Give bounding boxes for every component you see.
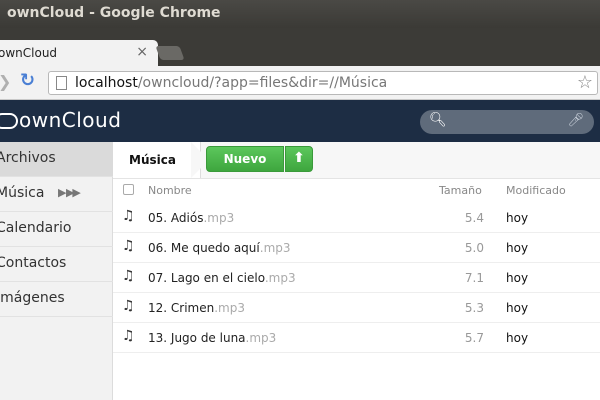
column-header-size[interactable]: Tamaño bbox=[439, 184, 482, 197]
file-size: 7.1 bbox=[464, 271, 484, 285]
tab-close-icon[interactable]: × bbox=[136, 44, 148, 60]
file-name[interactable]: 07. Lago en el cielo.mp3 bbox=[148, 271, 296, 285]
file-row[interactable]: ♫ 07. Lago en el cielo.mp3 7.1 hoy bbox=[113, 263, 600, 293]
file-basename: 06. Me quedo aquí bbox=[148, 241, 260, 255]
file-row[interactable]: ♫ 06. Me quedo aquí.mp3 5.0 hoy bbox=[113, 233, 600, 263]
tab-strip: ownCloud × bbox=[0, 28, 600, 68]
file-basename: 12. Crimen bbox=[148, 301, 215, 315]
owncloud-logo[interactable]: ownCloud bbox=[0, 108, 121, 132]
new-button[interactable]: Nuevo bbox=[206, 146, 284, 172]
owncloud-header: ownCloud 🔍︎ 🎤︎ bbox=[0, 100, 600, 142]
breadcrumb-label: Música bbox=[129, 153, 176, 167]
url-path: /owncloud/?app=files&dir=//Música bbox=[137, 75, 388, 91]
music-note-icon: ♫ bbox=[122, 208, 135, 224]
file-basename: 13. Jugo de luna bbox=[148, 331, 246, 345]
column-header-modified[interactable]: Modificado bbox=[506, 184, 566, 197]
music-note-icon: ♫ bbox=[122, 268, 135, 284]
sidebar-item-musica[interactable]: Música ▶ ▶▶ bbox=[0, 177, 113, 212]
select-all-checkbox[interactable] bbox=[123, 184, 134, 195]
url-text[interactable]: localhost/owncloud/?app=files&dir=//Músi… bbox=[75, 75, 387, 91]
page-icon bbox=[56, 76, 67, 90]
sidebar-item-calendario[interactable]: Calendario bbox=[0, 212, 113, 247]
cloud-icon bbox=[0, 113, 18, 129]
back-arrow-icon[interactable]: ❯ bbox=[0, 72, 11, 91]
app-sidebar: Archivos Música ▶ ▶▶ Calendario Contacto… bbox=[0, 142, 113, 400]
address-bar[interactable]: localhost/owncloud/?app=files&dir=//Músi… bbox=[48, 71, 598, 95]
file-extension: .mp3 bbox=[203, 211, 235, 225]
window-titlebar: ownCloud - Google Chrome bbox=[0, 0, 600, 28]
file-modified: hoy bbox=[506, 241, 529, 255]
file-modified: hoy bbox=[506, 271, 529, 285]
file-extension: .mp3 bbox=[245, 331, 277, 345]
music-note-icon: ♫ bbox=[122, 238, 135, 254]
music-note-icon: ♫ bbox=[122, 328, 135, 344]
search-input[interactable]: 🔍︎ 🎤︎ bbox=[420, 110, 594, 134]
file-size: 5.3 bbox=[464, 301, 484, 315]
file-name[interactable]: 05. Adiós.mp3 bbox=[148, 211, 234, 225]
file-basename: 07. Lago en el cielo bbox=[148, 271, 265, 285]
bookmark-star-icon[interactable]: ☆ bbox=[577, 72, 593, 93]
file-name[interactable]: 12. Crimen.mp3 bbox=[148, 301, 245, 315]
reload-icon[interactable]: ↻ bbox=[20, 70, 35, 91]
file-size: 5.0 bbox=[464, 241, 484, 255]
microphone-icon[interactable]: 🎤︎ bbox=[567, 113, 584, 128]
file-size: 5.7 bbox=[464, 331, 484, 345]
logo-text: ownCloud bbox=[19, 108, 122, 132]
file-name[interactable]: 06. Me quedo aquí.mp3 bbox=[148, 241, 291, 255]
column-header-name[interactable]: Nombre bbox=[148, 184, 192, 197]
files-content: Música Nuevo ⬆ Nombre Tamaño Modificado … bbox=[113, 142, 600, 400]
file-modified: hoy bbox=[506, 211, 529, 225]
sidebar-item-label: Imágenes bbox=[0, 290, 65, 306]
file-size: 5.4 bbox=[464, 211, 484, 225]
file-list-header: Nombre Tamaño Modificado bbox=[113, 179, 600, 203]
browser-toolbar: ❯ ↻ localhost/owncloud/?app=files&dir=//… bbox=[0, 66, 600, 100]
file-extension: .mp3 bbox=[214, 301, 245, 315]
file-basename: 05. Adiós bbox=[148, 211, 204, 225]
files-controls: Música Nuevo ⬆ bbox=[113, 142, 600, 179]
upload-button[interactable]: ⬆ bbox=[285, 146, 313, 172]
sidebar-item-label: Archivos bbox=[0, 150, 56, 166]
search-icon: 🔍︎ bbox=[429, 112, 447, 128]
play-icon[interactable]: ▶ ▶▶ bbox=[58, 186, 81, 199]
sidebar-item-label: Calendario bbox=[0, 220, 72, 236]
sidebar-item-archivos[interactable]: Archivos bbox=[0, 142, 113, 177]
file-row[interactable]: ♫ 13. Jugo de luna.mp3 5.7 hoy bbox=[113, 323, 600, 353]
window-title: ownCloud - Google Chrome bbox=[7, 5, 221, 21]
browser-tab[interactable]: ownCloud × bbox=[0, 40, 158, 68]
new-tab-button[interactable] bbox=[155, 46, 185, 60]
sidebar-item-contactos[interactable]: Contactos bbox=[0, 247, 113, 282]
tab-title: ownCloud bbox=[0, 46, 58, 60]
upload-arrow-icon: ⬆ bbox=[293, 150, 305, 166]
file-extension: .mp3 bbox=[264, 271, 296, 285]
url-host: localhost bbox=[75, 75, 138, 91]
file-name[interactable]: 13. Jugo de luna.mp3 bbox=[148, 331, 276, 345]
file-modified: hoy bbox=[506, 331, 529, 345]
sidebar-item-imagenes[interactable]: Imágenes bbox=[0, 282, 113, 317]
breadcrumb[interactable]: Música bbox=[113, 142, 201, 178]
file-row[interactable]: ♫ 05. Adiós.mp3 5.4 hoy bbox=[113, 203, 600, 233]
music-note-icon: ♫ bbox=[122, 298, 135, 314]
sidebar-item-label: Contactos bbox=[0, 255, 67, 271]
file-modified: hoy bbox=[506, 301, 529, 315]
file-extension: .mp3 bbox=[259, 241, 291, 255]
file-row[interactable]: ♫ 12. Crimen.mp3 5.3 hoy bbox=[113, 293, 600, 323]
sidebar-item-label: Música bbox=[0, 185, 45, 201]
